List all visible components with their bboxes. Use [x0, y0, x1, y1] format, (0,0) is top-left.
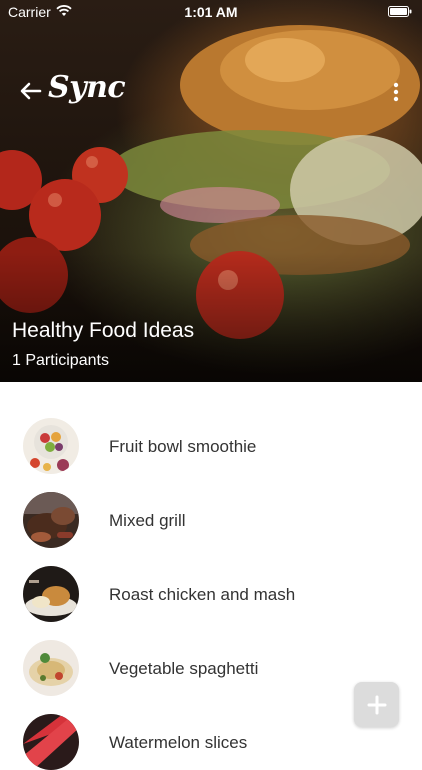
list-item-label: Mixed grill: [109, 511, 186, 530]
group-title: Healthy Food Ideas: [12, 319, 195, 342]
hero-header: Carrier 1:01 AM Sync Healthy Food Ideas …: [0, 0, 422, 382]
list-item-label: Watermelon slices: [109, 733, 248, 752]
back-button[interactable]: [14, 74, 48, 108]
list-item[interactable]: Fruit bowl smoothie: [0, 382, 422, 474]
app-logo: Sync: [48, 70, 126, 105]
clock: 1:01 AM: [184, 4, 238, 20]
add-idea-button[interactable]: [354, 682, 399, 727]
back-arrow-icon: [20, 82, 42, 100]
list-item[interactable]: Mixed grill: [0, 456, 422, 548]
battery-icon: [388, 6, 412, 17]
status-bar: Carrier 1:01 AM: [0, 0, 422, 24]
list-item-label: Fruit bowl smoothie: [109, 437, 257, 456]
list-item-label: Vegetable spaghetti: [109, 659, 259, 678]
more-options-button[interactable]: [388, 78, 404, 106]
plus-icon: [367, 695, 386, 714]
list-item[interactable]: Vegetable spaghetti: [0, 604, 422, 696]
list-item[interactable]: Roast chicken and mash: [0, 530, 422, 622]
participants-count: 1 Participants: [12, 352, 109, 369]
more-vertical-icon: [393, 82, 399, 102]
watermelon-thumbnail: [23, 714, 79, 770]
list-item-label: Roast chicken and mash: [109, 585, 296, 604]
